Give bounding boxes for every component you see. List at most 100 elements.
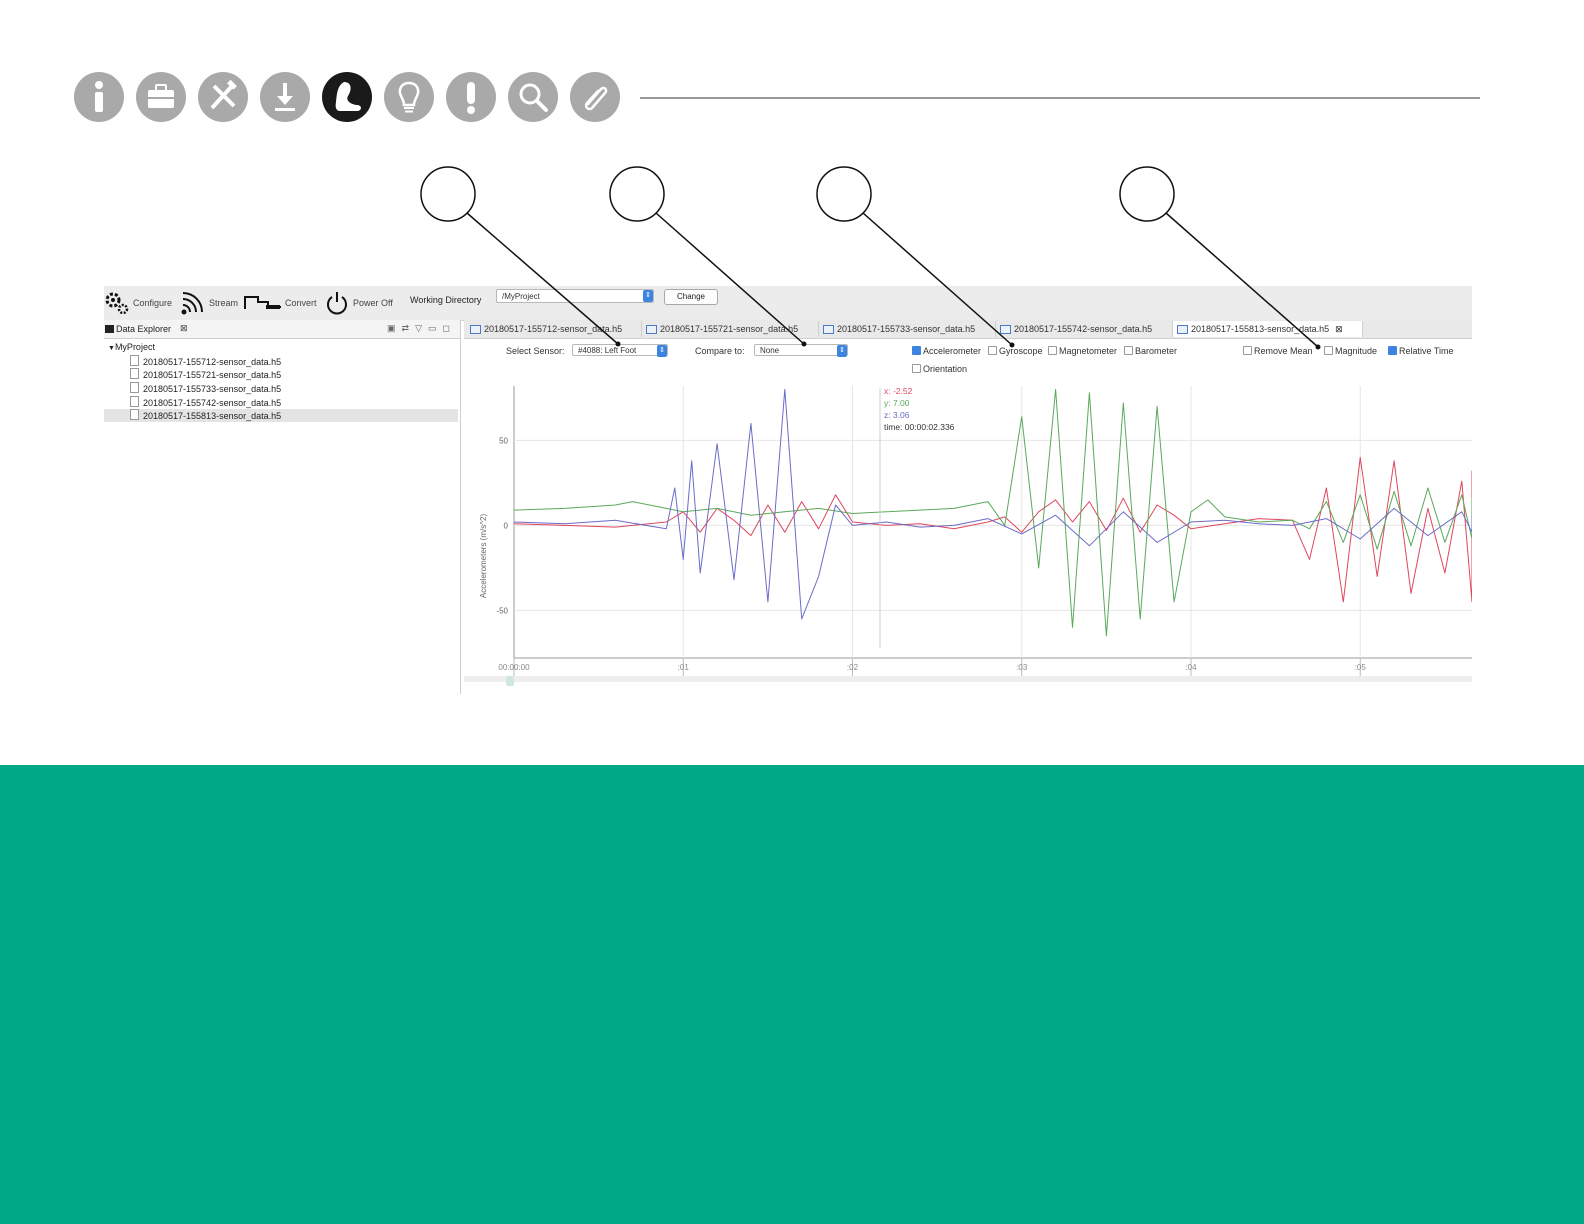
explorer-view-tools[interactable]: ▣⇄▽▭◻ [387, 323, 456, 334]
series-line-y [513, 388, 1472, 637]
tooltip-y: y: 7.00 [884, 398, 910, 408]
convert-button[interactable]: Convert [244, 290, 317, 316]
teal-footer-band [0, 765, 1584, 1224]
tooltip-z: z: 3.06 [884, 410, 910, 420]
file-label: 20180517-155813-sensor_data.h5 [143, 411, 282, 421]
tooltip-x: x: -2.52 [884, 386, 913, 396]
compare-value: None [760, 346, 780, 355]
briefcase-icon[interactable] [136, 72, 186, 122]
editor-tabbar: 20180517-155712-sensor_data.h5 20180517-… [464, 320, 1472, 339]
chart-ticks: 500-5000:00:00:01:02:03:04:05:0 [496, 436, 1367, 672]
data-explorer-panel: Data Explorer ⊠ ▣⇄▽▭◻ ▼MyProject 2018051… [104, 320, 461, 694]
chart-grid [513, 386, 1472, 676]
chart-series [513, 388, 1472, 637]
checkbox [912, 364, 921, 373]
checkbox-label: Barometer [1135, 346, 1178, 356]
explorer-title: Data Explorer [116, 324, 172, 334]
x-tick-label: :01 [678, 663, 690, 672]
select-arrow-icon: ⇕ [657, 345, 667, 357]
compare-label: Compare to: [695, 346, 745, 356]
paperclip-icon[interactable] [570, 72, 620, 122]
x-tick-label: 00:00:00 [498, 663, 530, 672]
file-icon [130, 368, 139, 379]
tree-file[interactable]: 20180517-155742-sensor_data.h5 [130, 396, 458, 409]
toolbar: Configure Stream Convert Power Off Worki… [104, 286, 1472, 321]
chart-file-icon [1000, 325, 1011, 334]
editor-tab[interactable]: 20180517-155733-sensor_data.h5 [819, 321, 996, 337]
remove-mean-checkbox[interactable]: Remove Mean [1243, 346, 1313, 356]
y-tick-label: 0 [504, 521, 509, 530]
checkbox [1048, 346, 1057, 355]
magnetometer-checkbox[interactable]: Magnetometer [1048, 346, 1117, 356]
file-label: 20180517-155721-sensor_data.h5 [143, 370, 282, 380]
scroll-handle[interactable] [506, 676, 514, 686]
accelerometer-checkbox[interactable]: Accelerometer [912, 346, 981, 356]
search-icon[interactable] [508, 72, 558, 122]
configure-button[interactable]: Configure [104, 290, 172, 316]
tree-file-selected[interactable]: 20180517-155813-sensor_data.h5 [104, 409, 458, 422]
tooltip-time: time: 00:00:02.336 [884, 422, 955, 432]
stream-button[interactable]: Stream [180, 290, 238, 316]
file-label: 20180517-155733-sensor_data.h5 [143, 384, 282, 394]
exclamation-icon[interactable] [446, 72, 496, 122]
close-icon[interactable]: ⊠ [1335, 324, 1343, 334]
x-tick-label: :05 [1355, 663, 1367, 672]
checkbox-checked [912, 346, 921, 355]
compare-dropdown[interactable]: None ⇕ [754, 344, 848, 357]
gyroscope-checkbox[interactable]: Gyroscope [988, 346, 1043, 356]
convert-icon [244, 296, 281, 309]
close-icon[interactable]: ⊠ [180, 323, 188, 334]
working-directory-label: Working Directory [410, 295, 482, 305]
project-label: MyProject [114, 342, 155, 352]
relative-time-checkbox[interactable]: Relative Time [1388, 346, 1454, 356]
chart-file-icon [823, 325, 834, 334]
info-icon[interactable] [74, 72, 124, 122]
tab-label: 20180517-155721-sensor_data.h5 [660, 324, 799, 334]
select-sensor-dropdown[interactable]: #4088: Left Foot ⇕ [572, 344, 668, 357]
orientation-checkbox[interactable]: Orientation [912, 364, 967, 374]
tree-file[interactable]: 20180517-155712-sensor_data.h5 [130, 355, 458, 368]
power-off-button[interactable]: Power Off [324, 290, 393, 316]
checkbox [1243, 346, 1252, 355]
tree-file[interactable]: 20180517-155721-sensor_data.h5 [130, 368, 458, 381]
select-sensor-value: #4088: Left Foot [578, 346, 637, 355]
checkbox-label: Magnetometer [1059, 346, 1118, 356]
accelerometer-chart[interactable]: 500-5000:00:00:01:02:03:04:05:0 Accelero… [464, 378, 1472, 694]
y-axis-label: Accelerometers (m/s^2) [479, 514, 488, 599]
lightbulb-icon[interactable] [384, 72, 434, 122]
tab-label: 20180517-155733-sensor_data.h5 [837, 324, 976, 334]
editor-tab[interactable]: 20180517-155721-sensor_data.h5 [642, 321, 819, 337]
checkbox [988, 346, 997, 355]
y-tick-label: -50 [496, 606, 508, 615]
checkbox-label: Gyroscope [999, 346, 1043, 356]
checkbox-label: Orientation [923, 364, 968, 374]
tools-icon[interactable] [198, 72, 248, 122]
checkbox-label: Accelerometer [923, 346, 982, 356]
chart-controls: Select Sensor: #4088: Left Foot ⇕ Compar… [464, 340, 1472, 380]
select-arrow-icon: ⇕ [837, 345, 847, 357]
stream-label: Stream [209, 298, 239, 308]
download-icon[interactable] [260, 72, 310, 122]
working-directory-value: /MyProject [502, 292, 540, 301]
tab-label: 20180517-155742-sensor_data.h5 [1014, 324, 1153, 334]
working-directory-select[interactable]: /MyProject ⇕ [496, 289, 654, 303]
foot-icon[interactable] [322, 72, 372, 122]
tree-project[interactable]: ▼MyProject [108, 342, 155, 352]
chart-scrollbar[interactable] [464, 676, 1472, 682]
tree-file[interactable]: 20180517-155733-sensor_data.h5 [130, 382, 458, 395]
expand-arrow-icon: ▼ [108, 345, 115, 352]
x-tick-label: :03 [1016, 663, 1028, 672]
checkbox-label: Magnitude [1335, 346, 1378, 356]
editor-tab[interactable]: 20180517-155742-sensor_data.h5 [996, 321, 1173, 337]
checkbox-checked [1388, 346, 1397, 355]
explorer-tab[interactable]: Data Explorer ⊠ ▣⇄▽▭◻ [104, 320, 460, 339]
checkbox-label: Relative Time [1399, 346, 1454, 356]
editor-area: 20180517-155712-sensor_data.h5 20180517-… [464, 320, 1472, 694]
magnitude-checkbox[interactable]: Magnitude [1324, 346, 1377, 356]
editor-tab-active[interactable]: 20180517-155813-sensor_data.h5 ⊠ [1173, 321, 1363, 337]
barometer-checkbox[interactable]: Barometer [1124, 346, 1177, 356]
editor-tab[interactable]: 20180517-155712-sensor_data.h5 [466, 321, 642, 337]
convert-label: Convert [285, 298, 317, 308]
folder-icon [105, 325, 114, 333]
change-button[interactable]: Change [664, 289, 718, 305]
